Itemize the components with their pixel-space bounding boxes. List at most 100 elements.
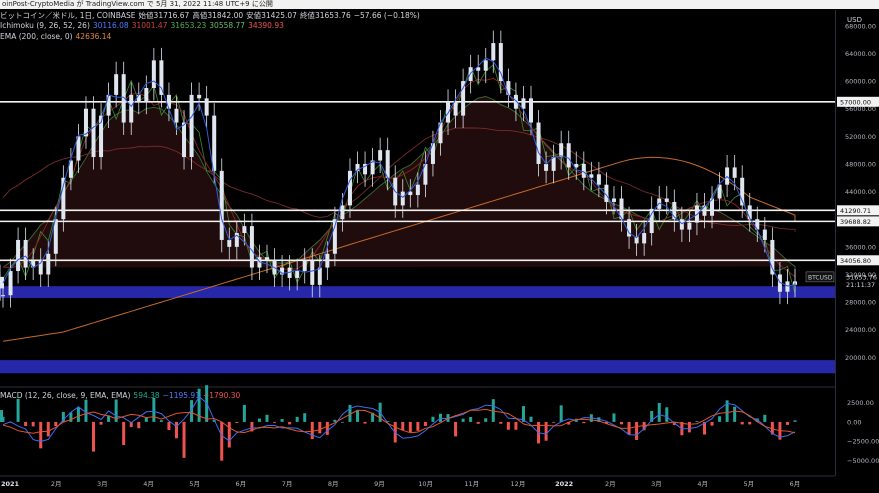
macd-hist-18 xyxy=(137,421,141,429)
ichimoku-v5: 34390.93 xyxy=(248,21,284,30)
candle-body-23 xyxy=(174,108,179,123)
time-tick-1: 2月 xyxy=(51,480,62,488)
macd-hist-30 xyxy=(227,421,231,448)
last-symbol: BTCUSD xyxy=(808,274,833,281)
macd-hist-48 xyxy=(363,421,367,424)
legend-high-label: 高値 xyxy=(192,11,208,20)
legend-ichimoku: Ichimoku (9, 26, 52, 26) 30116.08 31001.47… xyxy=(0,21,287,30)
macd-hist-29 xyxy=(220,421,224,461)
candle-body-69 xyxy=(521,98,526,109)
macd-hist-95 xyxy=(718,416,722,422)
price-tick-2: 60000.00 xyxy=(845,78,876,86)
macd-hist-23 xyxy=(174,421,178,439)
candle-body-81 xyxy=(611,198,616,202)
macd-hist-99 xyxy=(748,421,752,425)
macd-hist-34 xyxy=(257,418,261,422)
macd-hist-97 xyxy=(733,406,737,422)
level-label-3: 34056.80 xyxy=(840,257,871,265)
macd-hist-73 xyxy=(552,421,556,423)
ichimoku-v2: 31001.47 xyxy=(131,21,168,30)
legend-change: −57.66 (−0.18%) xyxy=(353,11,420,20)
legend-high: 31842.00 xyxy=(207,11,244,20)
time-tick-5: 6月 xyxy=(236,480,247,488)
macd-hist-40 xyxy=(303,413,307,422)
macd-hist-92 xyxy=(695,421,699,422)
macd-hist: 594.38 xyxy=(133,391,160,400)
level-label-2: 39688.82 xyxy=(840,218,871,226)
macd-hist-45 xyxy=(340,421,344,423)
price-chart[interactable]: USD68000.0064000.0060000.0056000.0052000… xyxy=(0,0,879,493)
macd-hist-63 xyxy=(476,421,480,424)
macd-hist-53 xyxy=(401,421,405,431)
ichimoku-v4: 30558.77 xyxy=(209,21,246,30)
macd-hist-4 xyxy=(31,421,35,427)
candle-body-85 xyxy=(642,233,647,244)
macd-tick-0: 2500.00 xyxy=(847,399,874,407)
candle-body-67 xyxy=(506,81,511,95)
support-zone-1 xyxy=(0,360,835,374)
candle-body-28 xyxy=(212,115,217,171)
candle-body-91 xyxy=(687,222,692,230)
price-tick-6: 44000.00 xyxy=(845,188,876,196)
macd-hist-56 xyxy=(423,421,427,426)
time-tick-15: 4月 xyxy=(697,480,708,488)
candle-body-71 xyxy=(536,122,541,164)
macd-hist-104 xyxy=(785,421,789,425)
macd-hist-64 xyxy=(484,418,488,422)
candle-body-14 xyxy=(106,94,111,116)
legend-open: 31716.67 xyxy=(153,11,190,20)
candle-body-35 xyxy=(265,257,269,261)
time-tick-14: 3月 xyxy=(651,480,662,488)
macd-hist-74 xyxy=(559,405,563,422)
macd-hist-61 xyxy=(461,418,465,422)
candle-body-15 xyxy=(114,74,119,95)
macd-hist-13 xyxy=(99,421,103,425)
macd-tick-2: −2500.00 xyxy=(847,438,879,446)
price-tick-0: 68000.00 xyxy=(845,22,876,30)
macd-hist-3 xyxy=(24,421,28,427)
candle-body-88 xyxy=(664,198,669,202)
macd-hist-107 xyxy=(0,410,3,422)
time-tick-8: 9月 xyxy=(374,480,385,488)
candle-body-0 xyxy=(1,295,5,297)
macd-tick-1: 0.00 xyxy=(847,418,861,426)
candle-body-33 xyxy=(249,226,254,268)
macd-hist-81 xyxy=(612,413,616,422)
macd-value: −1195.91 xyxy=(162,391,200,400)
legend-close: 31653.76 xyxy=(314,11,351,20)
candle-body-77 xyxy=(581,163,586,178)
macd-hist-91 xyxy=(687,421,691,433)
macd-hist-84 xyxy=(635,421,639,440)
macd-hist-77 xyxy=(582,421,586,424)
macd-hist-88 xyxy=(665,407,669,422)
macd-hist-87 xyxy=(657,402,661,422)
candle-body-20 xyxy=(151,60,156,88)
candle-body-65 xyxy=(491,43,496,61)
candle-body-50 xyxy=(378,150,383,161)
macd-hist-54 xyxy=(408,421,412,433)
candle-body-2 xyxy=(16,239,21,272)
legend-close-label: 終値 xyxy=(299,11,315,20)
candle-body-41 xyxy=(310,260,315,285)
price-tick-12: 20000.00 xyxy=(845,354,876,362)
macd-hist-16 xyxy=(122,421,126,446)
macd-hist-37 xyxy=(280,419,284,422)
time-tick-3: 4月 xyxy=(143,480,154,488)
price-tick-10: 28000.00 xyxy=(845,299,876,307)
ema-label: EMA (200, close, 0) xyxy=(0,32,73,41)
macd-hist-55 xyxy=(416,421,420,431)
macd-hist-101 xyxy=(763,414,767,422)
candle-body-42 xyxy=(317,267,322,285)
candle-body-24 xyxy=(182,122,187,158)
candle-body-59 xyxy=(446,101,451,123)
candle-body-22 xyxy=(166,94,171,109)
macd-hist-62 xyxy=(469,417,473,422)
time-tick-2: 3月 xyxy=(97,480,108,488)
macd-hist-35 xyxy=(265,414,269,422)
candle-body-73 xyxy=(551,157,556,171)
macd-hist-60 xyxy=(454,421,458,437)
candle-body-26 xyxy=(197,94,202,99)
candle-body-25 xyxy=(189,94,194,158)
macd-hist-57 xyxy=(431,416,435,422)
support-zone-0 xyxy=(0,286,835,298)
